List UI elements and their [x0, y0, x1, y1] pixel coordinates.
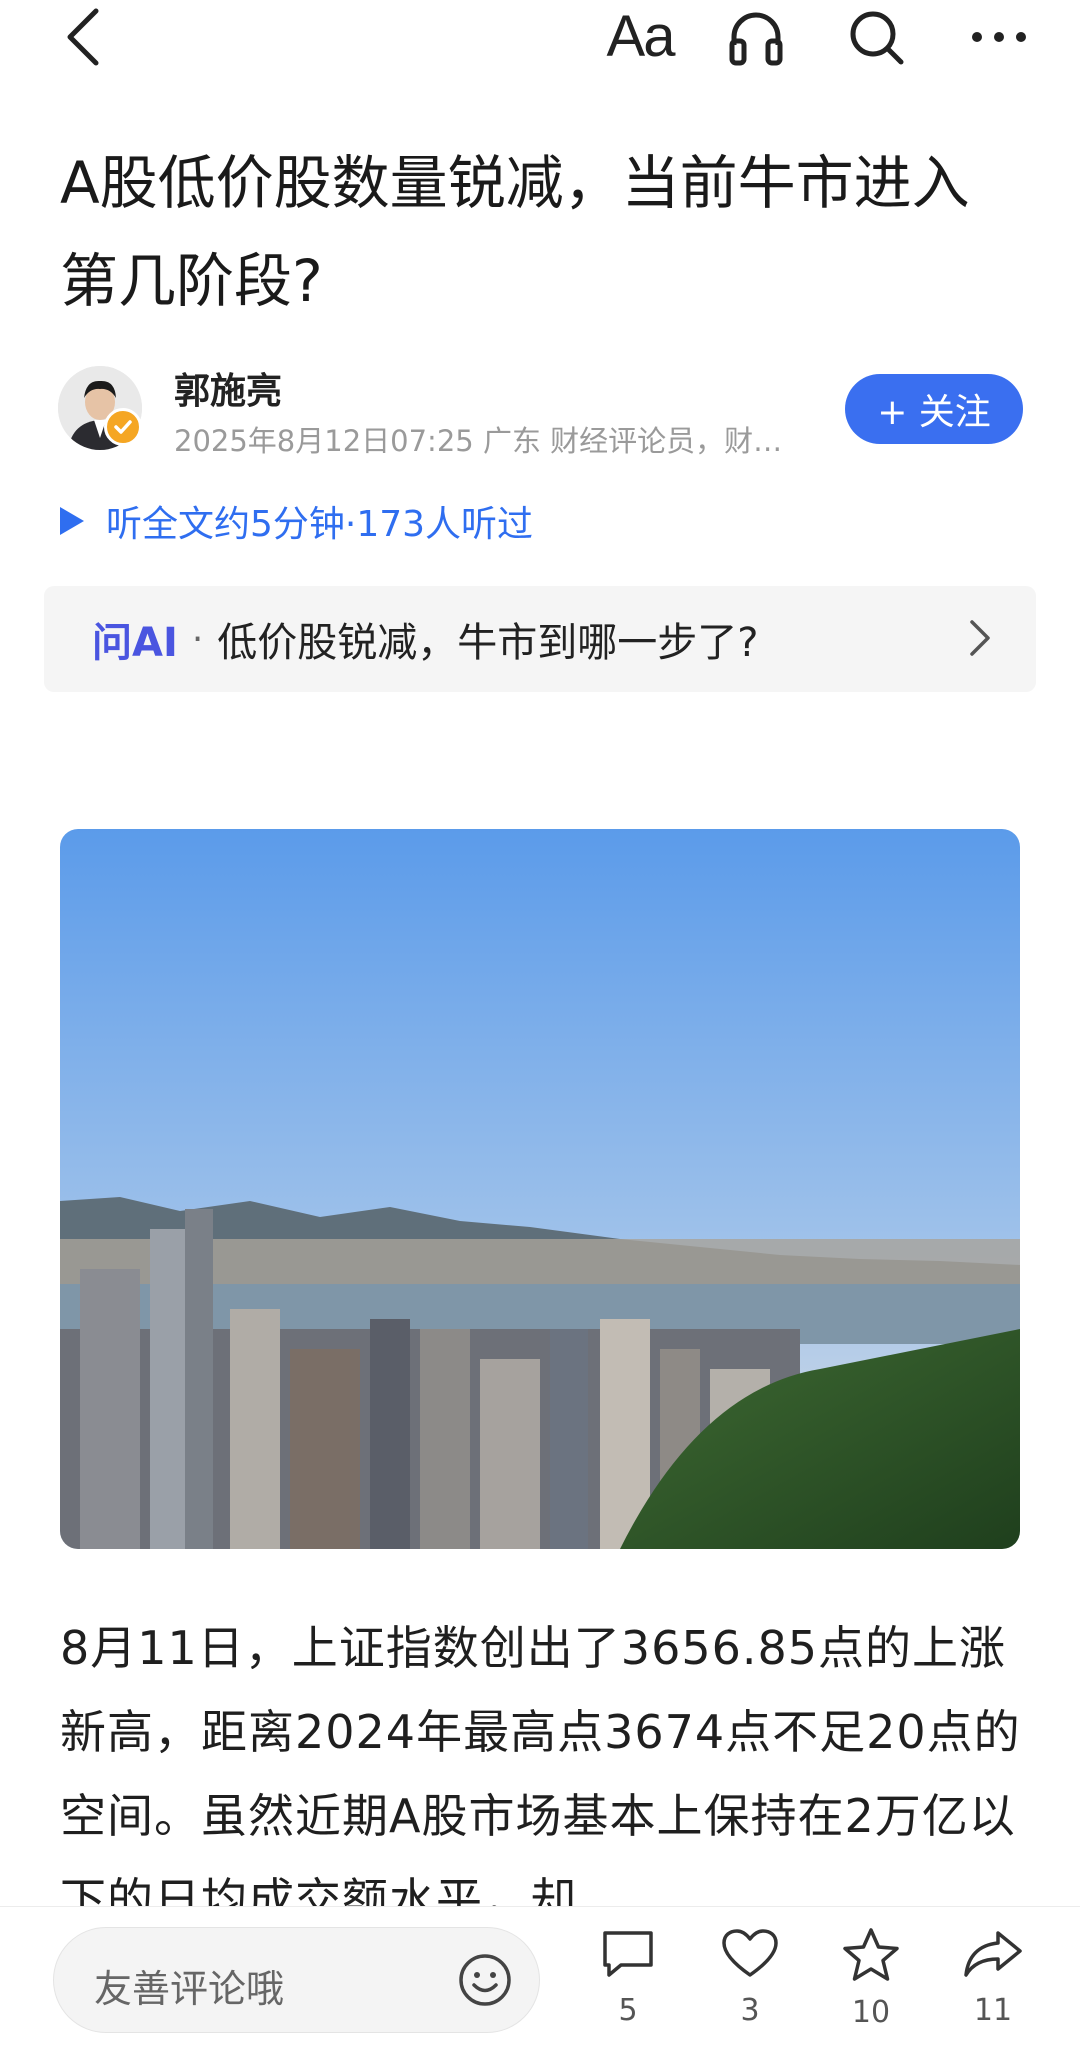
comment-count: 5 [618, 1993, 638, 2028]
search-icon[interactable] [840, 0, 912, 74]
comment-icon [603, 1931, 653, 1977]
favorite-action[interactable]: 10 [831, 1927, 911, 2030]
top-navigation-bar: Aa [0, 0, 1080, 80]
ask-ai-card[interactable]: 问AI · 低价股锐减，牛市到哪一步了? [44, 586, 1036, 692]
like-action[interactable]: 3 [710, 1927, 790, 2028]
share-count: 11 [973, 1993, 1013, 2028]
ask-ai-question: 低价股锐减，牛市到哪一步了? [217, 620, 759, 666]
bottom-action-bar: 友善评论哦 5 3 10 11 [0, 1906, 1080, 2054]
heart-icon [722, 1929, 778, 1977]
headphones-icon[interactable] [720, 0, 792, 74]
share-icon [964, 1931, 1022, 1977]
emoji-icon[interactable] [457, 1952, 513, 2012]
comment-action[interactable]: 5 [588, 1927, 668, 2028]
listen-full-text-link[interactable]: 听全文约5分钟·173人听过 [58, 496, 533, 546]
favorite-count: 10 [851, 1995, 891, 2030]
comment-placeholder: 友善评论哦 [94, 1967, 285, 2011]
like-count: 3 [740, 1993, 760, 2028]
follow-button[interactable]: + 关注 [845, 374, 1023, 444]
share-action[interactable]: 11 [953, 1927, 1033, 2028]
author-name[interactable]: 郭施亮 [174, 362, 282, 414]
verified-badge-icon [104, 408, 142, 446]
font-size-button[interactable]: Aa [600, 0, 680, 74]
article-body: 8月11日，上证指数创出了3656.85点的上涨新高，距离2024年最高点367… [60, 1621, 1021, 1927]
more-dots-icon[interactable] [962, 0, 1036, 74]
chevron-right-icon [968, 616, 992, 664]
star-icon [843, 1928, 899, 1981]
ask-ai-separator: · [191, 618, 204, 660]
article-title: A股低价股数量锐减，当前牛市进入第几阶段? [60, 149, 970, 315]
play-icon [60, 507, 84, 535]
font-size-label: Aa [606, 4, 676, 69]
author-meta: 2025年8月12日07:25 广东 财经评论员，财… [174, 424, 783, 458]
comment-input[interactable]: 友善评论哦 [53, 1927, 540, 2033]
listen-label: 听全文约5分钟·173人听过 [106, 504, 534, 545]
article-image[interactable] [60, 829, 1020, 1549]
ask-ai-label: 问AI [92, 620, 178, 666]
chevron-left-icon[interactable] [52, 0, 112, 74]
